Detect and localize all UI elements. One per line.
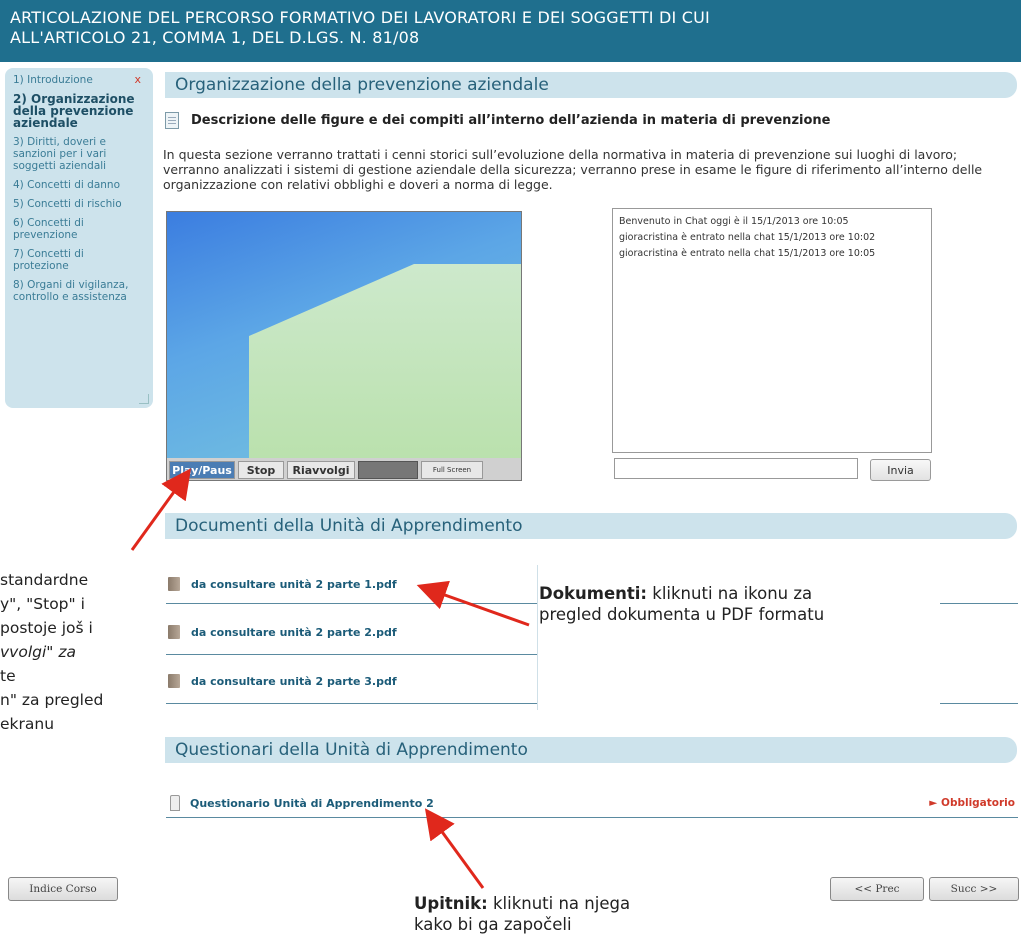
annotation-line: vvolgi" za	[0, 643, 76, 661]
annotation-line: pregled dokumenta u PDF formatu	[539, 605, 825, 624]
video-progress-bar[interactable]	[358, 461, 418, 479]
play-pause-button[interactable]: Play/Paus	[169, 461, 235, 479]
questionnaires-title-bar: Questionari della Unità di Apprendimento	[165, 737, 1017, 763]
annotation-documents: Dokumenti: kliknuti na ikonu za pregled …	[539, 583, 824, 625]
sidebar-item-vigilanza[interactable]: 8) Organi di vigilanza, controllo e assi…	[13, 279, 148, 303]
chat-message: gioracristina è entrato nella chat 15/1/…	[619, 248, 876, 259]
fullscreen-button[interactable]: Full Screen	[421, 461, 483, 479]
page-header: ARTICOLAZIONE DEL PERCORSO FORMATIVO DEI…	[0, 0, 1021, 62]
questionnaires-title: Questionari della Unità di Apprendimento	[175, 740, 528, 760]
sidebar-item-introduzione[interactable]: 1) Introduzione x	[13, 74, 147, 87]
sidebar-item-diritti[interactable]: 3) Diritti, doveri e sanzioni per i vari…	[13, 136, 131, 172]
description-title: Descrizione delle figure e dei compiti a…	[191, 113, 831, 128]
annotation-line: y", "Stop" i	[0, 595, 85, 613]
annotation-bold: Upitnik:	[414, 894, 488, 913]
sidebar-item-label: 1) Introduzione	[13, 74, 93, 86]
document-link[interactable]: da consultare unità 2 parte 3.pdf	[191, 675, 397, 688]
annotation-line: postoje još i	[0, 619, 93, 637]
sidebar-item-protezione[interactable]: 7) Concetti di protezione	[13, 248, 103, 272]
course-sidebar: 1) Introduzione x 2) Organizzazione dell…	[5, 68, 153, 408]
divider	[166, 603, 538, 604]
annotation-video-controls: standardne y", "Stop" i postoje još i vv…	[0, 568, 103, 736]
sidebar-item-danno[interactable]: 4) Concetti di danno	[13, 179, 147, 191]
next-button[interactable]: Succ >>	[929, 877, 1019, 901]
prev-button[interactable]: << Prec	[830, 877, 924, 901]
pdf-file-icon[interactable]	[168, 625, 180, 639]
description-heading: Descrizione delle figure e dei compiti a…	[165, 112, 830, 129]
chat-message: gioracristina è entrato nella chat 15/1/…	[619, 232, 876, 243]
page-title: Organizzazione della prevenzione azienda…	[175, 75, 549, 95]
divider	[940, 703, 1018, 704]
divider	[166, 817, 1018, 818]
video-screen[interactable]	[167, 212, 521, 458]
annotation-line: n" za pregled	[0, 691, 104, 709]
documents-title-bar: Documenti della Unità di Apprendimento	[165, 513, 1017, 539]
annotation-line: te	[0, 667, 16, 685]
header-title-line-1: ARTICOLAZIONE DEL PERCORSO FORMATIVO DEI…	[10, 8, 710, 27]
video-player[interactable]: Play/Paus Stop Riavvolgi Full Screen	[166, 211, 522, 481]
close-icon[interactable]: x	[134, 74, 141, 86]
annotation-line: kako bi ga započeli	[414, 915, 572, 934]
annotation-text: kliknuti na ikonu za	[647, 584, 813, 603]
annotation-line: ekranu	[0, 715, 55, 733]
document-link[interactable]: da consultare unità 2 parte 2.pdf	[191, 626, 397, 639]
divider	[537, 565, 538, 710]
questionnaire-link[interactable]: Questionario Unità di Apprendimento 2	[190, 797, 434, 810]
annotation-bold: Dokumenti:	[539, 584, 648, 603]
questionnaire-icon[interactable]	[170, 795, 180, 811]
document-item[interactable]: da consultare unità 2 parte 1.pdf	[168, 577, 397, 591]
section-title-bar: Organizzazione della prevenzione azienda…	[165, 72, 1017, 98]
course-index-button[interactable]: Indice Corso	[8, 877, 118, 901]
rewind-button[interactable]: Riavvolgi	[287, 461, 355, 479]
pdf-file-icon[interactable]	[168, 577, 180, 591]
chat-send-button[interactable]: Invia	[870, 459, 931, 481]
header-title-line-2: ALL'ARTICOLO 21, COMMA 1, DEL D.LGS. N. …	[10, 28, 420, 47]
document-item[interactable]: da consultare unità 2 parte 2.pdf	[168, 625, 397, 639]
questionnaire-item[interactable]: Questionario Unità di Apprendimento 2	[170, 795, 434, 811]
chat-message: Benvenuto in Chat oggi è il 15/1/2013 or…	[619, 216, 849, 227]
annotation-line: Upitnik: kliknuti na njega	[414, 893, 630, 914]
resize-grip-icon[interactable]	[139, 394, 149, 404]
divider	[166, 654, 538, 655]
chat-log[interactable]: Benvenuto in Chat oggi è il 15/1/2013 or…	[612, 208, 932, 453]
annotation-line: standardne	[0, 571, 89, 589]
sidebar-item-organizzazione[interactable]: 2) Organizzazione della prevenzione azie…	[13, 93, 141, 129]
chat-message-input[interactable]	[614, 458, 858, 479]
intro-paragraph: In questa sezione verranno trattati i ce…	[163, 147, 983, 192]
annotation-line: Dokumenti: kliknuti na ikonu za	[539, 583, 824, 604]
document-item[interactable]: da consultare unità 2 parte 3.pdf	[168, 674, 397, 688]
arrow-to-questionnaire-link	[424, 808, 485, 889]
arrow-to-document-link	[416, 580, 530, 627]
divider	[166, 703, 538, 704]
pdf-file-icon[interactable]	[168, 674, 180, 688]
annotation-questionnaire: Upitnik: kliknuti na njega kako bi ga za…	[414, 893, 630, 935]
required-badge: ► Obbligatorio	[929, 797, 1015, 809]
document-icon	[165, 112, 179, 129]
sidebar-item-rischio[interactable]: 5) Concetti di rischio	[13, 198, 147, 210]
documents-title: Documenti della Unità di Apprendimento	[175, 516, 523, 536]
stop-button[interactable]: Stop	[238, 461, 284, 479]
annotation-text: kliknuti na njega	[487, 894, 631, 913]
video-frame-image	[249, 264, 521, 458]
document-link[interactable]: da consultare unità 2 parte 1.pdf	[191, 578, 397, 591]
divider	[940, 603, 1018, 604]
sidebar-item-prevenzione[interactable]: 6) Concetti di prevenzione	[13, 217, 103, 241]
video-controls: Play/Paus Stop Riavvolgi Full Screen	[167, 458, 521, 480]
